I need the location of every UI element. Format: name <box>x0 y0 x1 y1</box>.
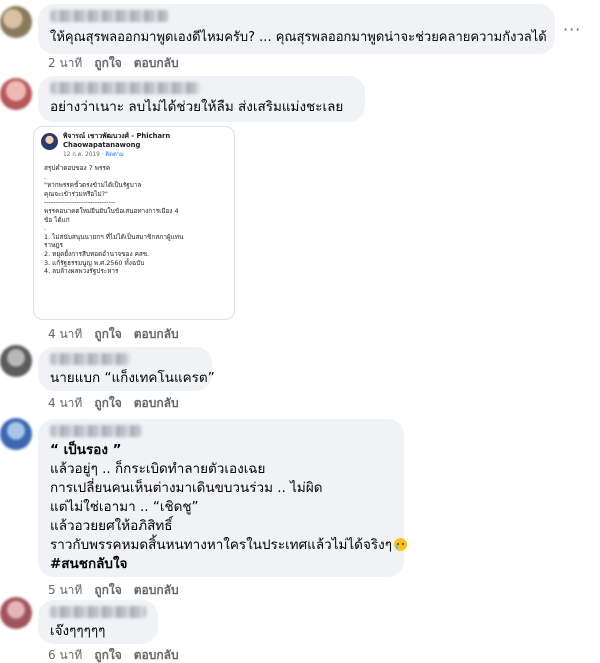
shared-post-body: สรุปคำตอบของ 7 พรรค . "หากพรรคขั้วตรงข้า… <box>44 164 230 276</box>
comment-bubble: เจ๊งๆๆๆๆๆ <box>38 600 158 644</box>
comment-actions: 2 นาที ถูกใจ ตอบกลับ <box>48 55 179 71</box>
more-options-icon[interactable]: ··· <box>563 20 581 39</box>
comment-actions: 6 นาที ถูกใจ ตอบกลับ <box>48 647 179 663</box>
comment-text: อย่างว่าเนาะ ลบไม่ได้ช่วยให้ลืม ส่งเสริม… <box>50 99 344 115</box>
shared-post-card[interactable]: พิจารณ์ เชาวพัฒนวงศ์ - Phicharn Chaowapa… <box>33 126 235 320</box>
comment-line: แต่ไม่ใช่เอามา .. “เชิดชู” <box>50 499 199 515</box>
comment-actions: 4 นาที ถูกใจ ตอบกลับ <box>48 395 179 411</box>
comment-text: เจ๊งๆๆๆๆๆ <box>50 623 106 639</box>
comment-line: “ เป็นรอง ” <box>50 442 122 458</box>
like-button[interactable]: ถูกใจ <box>94 55 121 71</box>
comment-line: แล้วอวยยศให้อภิสิทธิ์ <box>50 518 173 534</box>
comment-bubble: นายแบก “แก็งเทคโนแครต” <box>38 347 215 391</box>
post-line: . <box>44 224 47 233</box>
post-line: 4. ลบล้างผลพวงรัฐประหาร <box>44 267 119 276</box>
comment-timestamp[interactable]: 5 นาที <box>48 582 82 598</box>
post-line: คุณจะเข้าร่วมหรือไม่?" <box>44 189 108 198</box>
commenter-name[interactable] <box>50 10 168 22</box>
comment-timestamp[interactable]: 4 นาที <box>48 326 82 342</box>
comment-actions: 5 นาที ถูกใจ ตอบกลับ <box>48 582 179 598</box>
reply-button[interactable]: ตอบกลับ <box>134 326 179 342</box>
post-line: ราษฎร <box>44 241 63 250</box>
post-line: 3. แก้รัฐธรรมนูญ พ.ศ.2560 ทั้งฉบับ <box>44 258 145 267</box>
comment-timestamp[interactable]: 6 นาที <box>48 647 82 663</box>
commenter-name[interactable] <box>50 425 142 437</box>
comment-bubble: “ เป็นรอง ” แล้วอยู่ๆ .. ก็กระเบิดทำลายต… <box>38 419 407 577</box>
comment-actions: 4 นาที ถูกใจ ตอบกลับ <box>48 326 179 342</box>
comment-text: นายแบก “แก็งเทคโนแครต” <box>50 370 215 386</box>
post-line: . <box>44 172 47 181</box>
reply-button[interactable]: ตอบกลับ <box>134 55 179 71</box>
hashtag-link[interactable]: #สนชกลับใจ <box>50 555 392 574</box>
avatar[interactable] <box>0 6 32 38</box>
shared-post-author-avatar <box>41 133 58 150</box>
comment-bubble: อย่างว่าเนาะ ลบไม่ได้ช่วยให้ลืม ส่งเสริม… <box>38 76 365 122</box>
like-button[interactable]: ถูกใจ <box>94 395 121 411</box>
commenter-name[interactable] <box>50 606 146 618</box>
comment-timestamp[interactable]: 4 นาที <box>48 395 82 411</box>
commenter-name[interactable] <box>50 82 200 94</box>
like-button[interactable]: ถูกใจ <box>94 582 121 598</box>
comment-bubble: ให้คุณสุรพลออกมาพูดเองดีไหมครับ? ... คุณ… <box>38 4 555 54</box>
reply-button[interactable]: ตอบกลับ <box>134 395 179 411</box>
avatar[interactable] <box>0 345 32 377</box>
post-line: พรรคอนาคตใหม่ยืนยันในข้อเสนอทางการเมือง … <box>44 206 179 215</box>
reply-button[interactable]: ตอบกลับ <box>134 647 179 663</box>
comment-line: การเปลี่ยนคนเห็นต่างมาเดินขบวนร่วม .. ไม… <box>50 480 323 496</box>
post-line: ------------------------------- <box>44 198 116 207</box>
shared-post-author[interactable]: พิจารณ์ เชาวพัฒนวงศ์ - Phicharn Chaowapa… <box>63 132 213 150</box>
post-line: "หากพรรคขั้วตรงข้ามได้เป็นรัฐบาล <box>44 181 142 190</box>
avatar[interactable] <box>0 418 32 450</box>
post-line: สรุปคำตอบของ 7 พรรค <box>44 164 111 172</box>
post-line: ข้อ ได้แก่ <box>44 215 70 224</box>
like-button[interactable]: ถูกใจ <box>94 647 121 663</box>
reply-button[interactable]: ตอบกลับ <box>134 582 179 598</box>
avatar[interactable] <box>0 597 32 629</box>
like-button[interactable]: ถูกใจ <box>94 326 121 342</box>
commenter-name[interactable] <box>50 353 130 365</box>
avatar[interactable] <box>0 78 32 110</box>
comment-line: ราวกับพรรคหมดสิ้นหนทางหาใครในประเทศแล้วไ… <box>50 536 407 555</box>
post-line: 2. หยุดยั้งการสืบทอดอำนาจของ คสช. <box>44 249 150 258</box>
follow-link[interactable]: ติดตาม <box>105 152 123 158</box>
shared-post-date: 12 ก.ค. 2019 · ติดตาม <box>63 152 124 158</box>
comment-line: แล้วอยู่ๆ .. ก็กระเบิดทำลายตัวเองเฉย <box>50 461 266 477</box>
post-line: 1. ไม่สนับสนุนนายกฯ ที่ไม่ได้เป็นสมาชิกส… <box>44 232 184 241</box>
comment-text: ให้คุณสุรพลออกมาพูดเองดีไหมครับ? ... คุณ… <box>50 30 547 45</box>
comment-timestamp[interactable]: 2 นาที <box>48 55 82 71</box>
crying-face-emoji-icon <box>393 538 407 551</box>
